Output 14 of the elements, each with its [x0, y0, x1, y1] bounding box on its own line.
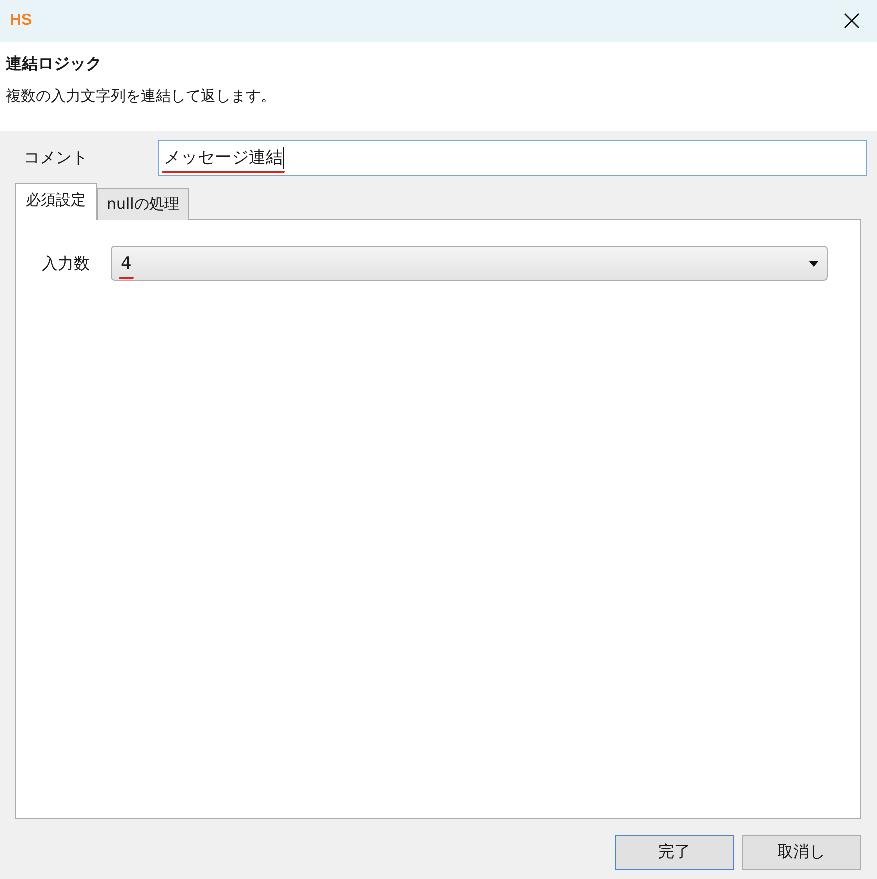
app-logo: HS — [10, 12, 32, 30]
dialog-description: 複数の入力文字列を連結して返します。 — [6, 86, 277, 107]
count-dropdown[interactable]: 4 — [111, 246, 828, 281]
field-label: 入力数 — [42, 252, 91, 274]
text-cursor — [283, 147, 284, 169]
dialog-title: 連結ロジック — [6, 53, 103, 75]
dialog-button[interactable]: 完了 — [615, 835, 734, 870]
comment-field[interactable]: メッセージ連結 — [158, 140, 867, 176]
caret-icon — [809, 260, 819, 266]
tab[interactable]: nullの処理 — [97, 188, 190, 220]
close-icon[interactable] — [844, 13, 860, 29]
dialog-button[interactable]: 取消し — [742, 835, 861, 870]
comment-label: コメント — [24, 147, 89, 169]
tab[interactable]: 必須設定 — [15, 183, 97, 220]
